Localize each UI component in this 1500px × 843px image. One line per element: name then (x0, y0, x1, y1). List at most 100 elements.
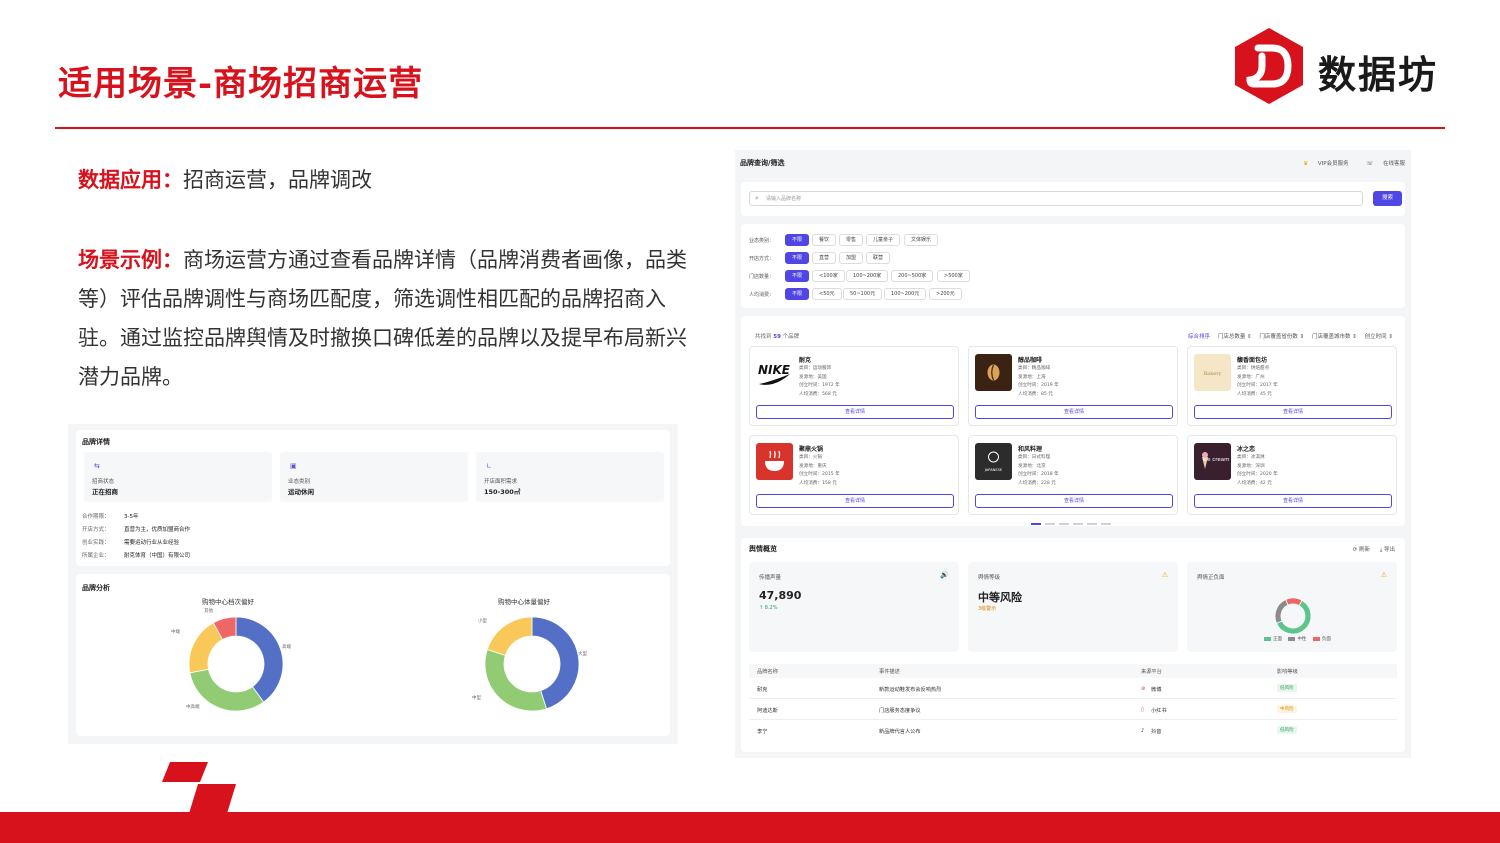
chip-option[interactable]: <50元 (812, 288, 842, 300)
brand-card-japanese[interactable]: JAPANESE 和风料理 类目：日式料理 发源地：北京 创立时间：2018 年人均… (968, 435, 1178, 515)
tier-slice-0 (235, 616, 284, 703)
donut-label: 中端 (171, 630, 180, 635)
chip-option[interactable]: 100~200家 (846, 270, 889, 282)
metric-volume: 传播声量 🔊 47,890 ↑ 8.2% (749, 562, 959, 652)
sentiment-legend: 正面 中性 负面 (1259, 636, 1331, 642)
sort-option[interactable]: 门店覆盖省份数 ⇕ (1259, 334, 1304, 340)
donut-label: 中型 (472, 696, 481, 701)
risk-badge: 低风险 (1277, 726, 1297, 734)
search-icon: ⌕ (755, 194, 759, 202)
tier-slice-1 (189, 668, 265, 712)
vip-link[interactable]: ♛ VIP会员服务 (1295, 161, 1348, 167)
chip-option[interactable]: 儿童亲子 (866, 234, 901, 246)
chip-option[interactable]: >500家 (937, 270, 970, 282)
cell-event: 新款运动鞋发布会反响热烈 (879, 687, 942, 693)
view-detail-button[interactable]: 查看详情 (756, 494, 954, 508)
view-detail-button[interactable]: 查看详情 (1194, 494, 1392, 508)
chip-option[interactable]: 不限 (785, 234, 810, 246)
sort-option[interactable]: 创立时间 ⇕ (1365, 334, 1393, 340)
chip-option[interactable]: 餐饮 (812, 234, 837, 246)
cell-platform: 微博 (1151, 687, 1162, 693)
filter-label: 人均消费： (749, 292, 775, 298)
table-row[interactable]: 阿迪达斯 门店服务态度争议 ▯ 小红书 中风险 (749, 699, 1397, 720)
sort-option[interactable]: 门店覆盖城市数 ⇕ (1312, 334, 1357, 340)
cell-event: 门店服务态度争议 (879, 708, 921, 714)
chip-option[interactable]: 联营 (866, 252, 891, 264)
warning-icon: ⚠ (1380, 571, 1387, 579)
brand-info: 类目：烘焙甜点 发源地：广州 创立时间：2017 年人均消费：45 元 (1237, 366, 1278, 397)
brand-analysis-card: 品牌分析 购物中心档次偏好 高端 中高端 中端 其他 购物中心体量偏好 大型 中… (76, 574, 670, 736)
search-input[interactable]: ⌕ 请输入品牌名称 (749, 191, 1363, 206)
view-detail-button[interactable]: 查看详情 (756, 405, 954, 419)
bottom-red-bar (0, 812, 1500, 843)
chip-option[interactable]: 直营 (812, 252, 837, 264)
filter-label: 开店方式： (749, 256, 775, 262)
svg-text:JAPANESE: JAPANESE (984, 468, 1003, 472)
opinion-tools: ⟳ 刷新 ⤓ 导出 (1345, 545, 1395, 554)
brand-detail-header: 品牌详情 (82, 438, 110, 446)
sort-option[interactable]: 门店总数量 ⇕ (1218, 334, 1252, 340)
cell-event: 新品牌代言人公布 (879, 729, 921, 735)
sentiment-donut-chart (1274, 597, 1312, 635)
count-value: 59 (773, 334, 781, 340)
detail-row-term: 合作期限： 3-5年 (82, 512, 138, 520)
cell-brand: 阿迪达斯 (757, 708, 778, 714)
stat-label: 业态类别 (288, 479, 311, 485)
view-detail-button[interactable]: 查看详情 (975, 494, 1173, 508)
brand-card-nike[interactable]: NIKE 耐克 类目：运动服饰 发源地：美国 创立时间：1972 年人均消费：568… (749, 346, 959, 426)
sort-option[interactable]: 综合排序 (1188, 334, 1210, 340)
risk-badge: 中风险 (1277, 705, 1297, 713)
column-header: 事件描述 (879, 669, 900, 675)
chip-option[interactable]: 200~500家 (891, 270, 934, 282)
brand-name: 和风料理 (1018, 446, 1043, 453)
svg-text:NIKE: NIKE (758, 363, 791, 377)
brand-card-hotpot[interactable]: 聚鼎火锅 类目：火锅 发源地：重庆 创立时间：2015 年人均消费：158 元 查看… (749, 435, 959, 515)
filter-card: 业态类别： 不限 餐饮 零售 儿童亲子 文体娱乐 开店方式： 不限 直营 加盟 … (741, 224, 1405, 308)
chip-option[interactable]: 100~200元 (884, 288, 927, 300)
filter-label: 门店数量： (749, 274, 775, 280)
chip-option[interactable]: >200元 (929, 288, 962, 300)
table-row[interactable]: 李宁 新品牌代言人公布 ♪ 抖音 低风险 (749, 720, 1397, 741)
view-detail-button[interactable]: 查看详情 (1194, 405, 1392, 419)
brand-card-icecream[interactable]: ice cream 冰之恋 类目：冰淇淋 发源地：深圳 创立时间：2020 年人均消… (1187, 435, 1397, 515)
chip-option[interactable]: <100家 (812, 270, 845, 282)
brand-card-bakery[interactable]: Bakery 馥香面包坊 类目：烘焙甜点 发源地：广州 创立时间：2017 年人均消… (1187, 346, 1397, 426)
size-slice-2 (486, 616, 533, 656)
query-header: 品牌查询/筛选 (740, 159, 785, 167)
detail-key: 所属企业： (82, 553, 110, 559)
brand-name: 耐克 (799, 357, 812, 364)
metric-sentiment: 舆情正负面 ⚠ 正面 中性 负面 (1187, 562, 1397, 652)
service-link[interactable]: ☏ 在线客服 (1358, 161, 1405, 167)
size-slice-1 (484, 648, 548, 712)
brand-name: 馥香面包坊 (1237, 357, 1268, 364)
stat-value: 150-300㎡ (484, 488, 521, 496)
export-button[interactable]: ⤓ 导出 (1380, 547, 1395, 553)
handshake-icon: ⇆ (94, 462, 100, 470)
table-row[interactable]: 耐克 新款运动鞋发布会反响热烈 ⊛ 微博 低风险 (749, 678, 1397, 699)
brand-card-coffee[interactable]: 醇品咖啡 类目：精品咖啡 发源地：上海 创立时间：2019 年人均消费：85 元 查… (968, 346, 1178, 426)
svg-text:Bakery: Bakery (1204, 371, 1222, 377)
chip-option[interactable]: 不限 (785, 270, 810, 282)
chip-option[interactable]: 不限 (785, 252, 810, 264)
stat-label: 开店面积需求 (484, 479, 518, 485)
brand-query-screenshot: 品牌查询/筛选 ♛ VIP会员服务 ☏ 在线客服 ⌕ 请输入品牌名称 搜索 业态… (735, 150, 1411, 758)
hotpot-logo-icon (756, 443, 793, 480)
brand-info: 类目：日式料理 发源地：北京 创立时间：2018 年人均消费：228 元 (1018, 455, 1059, 486)
search-button[interactable]: 搜索 (1373, 191, 1402, 206)
view-detail-button[interactable]: 查看详情 (975, 405, 1173, 419)
count-prefix: 共找到 (755, 334, 772, 340)
chip-option[interactable]: 50~100元 (843, 288, 883, 300)
douyin-icon: ♪ (1141, 728, 1145, 734)
stat-investment-status: ⇆ 招商状态 正在招商 (84, 452, 272, 502)
cell-brand: 李宁 (757, 729, 768, 735)
store-icon: ▣ (290, 462, 297, 470)
detail-value: 需要运动行业从业经验 (124, 540, 180, 546)
chip-option[interactable]: 文体娱乐 (904, 234, 939, 246)
chip-option[interactable]: 不限 (785, 288, 810, 300)
refresh-button[interactable]: ⟳ 刷新 (1353, 547, 1370, 553)
chip-option[interactable]: 零售 (839, 234, 864, 246)
chip-option[interactable]: 加盟 (839, 252, 864, 264)
detail-value: 耐克体育（中国）有限公司 (124, 553, 191, 559)
data-application-key: 数据应用： (78, 167, 183, 192)
brand-name: 聚鼎火锅 (799, 446, 824, 453)
